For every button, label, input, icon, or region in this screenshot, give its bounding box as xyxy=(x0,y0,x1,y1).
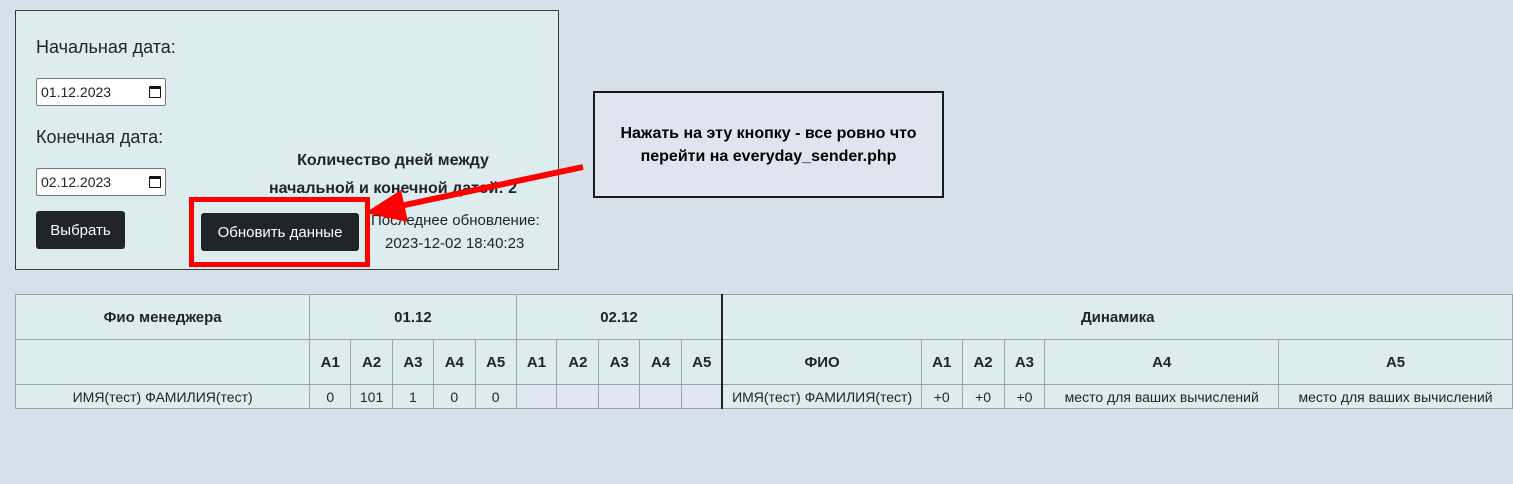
cell-dyn-a3: +0 xyxy=(1003,384,1046,409)
days-count-text: Количество дней между начальной и конечн… xyxy=(238,147,548,203)
calendar-icon[interactable] xyxy=(149,176,161,188)
header-manager: Фио менеджера xyxy=(14,294,311,340)
subheader-a3: A3 xyxy=(392,339,434,385)
end-date-value: 02.12.2023 xyxy=(41,174,112,190)
subheader-dyn-a5: A5 xyxy=(1278,339,1513,385)
header-dynamics: Динамика xyxy=(721,294,1513,340)
table-row: ИМЯ(тест) ФАМИЛИЯ(тест) 0 101 1 0 0 ИМЯ(… xyxy=(14,384,1513,409)
cell-dyn-name: ИМЯ(тест) ФАМИЛИЯ(тест) xyxy=(721,384,922,409)
report-table: Фио менеджера 01.12 02.12 Динамика A1 A2… xyxy=(14,294,1513,409)
subheader-a1: A1 xyxy=(515,339,558,385)
cell-d1-a3: 1 xyxy=(392,384,434,409)
days-count-line1: Количество дней между xyxy=(297,152,489,169)
subheader-a5: A5 xyxy=(681,339,723,385)
cell-d2-a4 xyxy=(639,384,683,409)
callout-box: Нажать на эту кнопку - все ровно что пер… xyxy=(593,91,944,198)
cell-manager-name: ИМЯ(тест) ФАМИЛИЯ(тест) xyxy=(14,384,311,409)
subheader-a2: A2 xyxy=(556,339,600,385)
table-header-row: Фио менеджера 01.12 02.12 Динамика xyxy=(14,294,1513,340)
end-date-input[interactable]: 02.12.2023 xyxy=(36,168,166,196)
start-date-value: 01.12.2023 xyxy=(41,84,112,100)
start-date-input[interactable]: 01.12.2023 xyxy=(36,78,166,106)
subheader-a4: A4 xyxy=(432,339,476,385)
subheader-a5: A5 xyxy=(474,339,517,385)
subheader-dyn-a3: A3 xyxy=(1003,339,1046,385)
cell-d2-a3 xyxy=(598,384,641,409)
cell-d1-a5: 0 xyxy=(474,384,517,409)
cell-d1-a1: 0 xyxy=(309,384,352,409)
subheader-empty xyxy=(14,339,311,385)
highlight-box xyxy=(189,197,370,267)
subheader-a1: A1 xyxy=(309,339,352,385)
subheader-a3: A3 xyxy=(598,339,641,385)
last-update-label: Последнее обновление: xyxy=(371,212,540,229)
subheader-dyn-a2: A2 xyxy=(961,339,1005,385)
calendar-icon[interactable] xyxy=(149,86,161,98)
last-update-value: 2023-12-02 18:40:23 xyxy=(385,235,525,252)
cell-dyn-a1: +0 xyxy=(920,384,963,409)
subheader-dyn-a4: A4 xyxy=(1044,339,1280,385)
cell-d1-a4: 0 xyxy=(432,384,476,409)
subheader-a4: A4 xyxy=(639,339,683,385)
cell-d2-a1 xyxy=(515,384,558,409)
start-date-label: Начальная дата: xyxy=(36,37,176,57)
cell-d2-a5 xyxy=(681,384,723,409)
header-date-2: 02.12 xyxy=(515,294,723,340)
cell-d2-a2 xyxy=(556,384,600,409)
subheader-a2: A2 xyxy=(350,339,394,385)
table-subheader-row: A1 A2 A3 A4 A5 A1 A2 A3 A4 A5 ФИО A1 A2 … xyxy=(14,339,1513,385)
subheader-fio: ФИО xyxy=(721,339,922,385)
cell-dyn-a5: место для ваших вычислений xyxy=(1278,384,1513,409)
cell-dyn-a4: место для ваших вычислений xyxy=(1044,384,1280,409)
select-button[interactable]: Выбрать xyxy=(36,211,125,249)
end-date-label: Конечная дата: xyxy=(36,127,164,147)
cell-d1-a2: 101 xyxy=(350,384,394,409)
cell-dyn-a2: +0 xyxy=(961,384,1005,409)
subheader-dyn-a1: A1 xyxy=(920,339,963,385)
header-date-1: 01.12 xyxy=(309,294,517,340)
